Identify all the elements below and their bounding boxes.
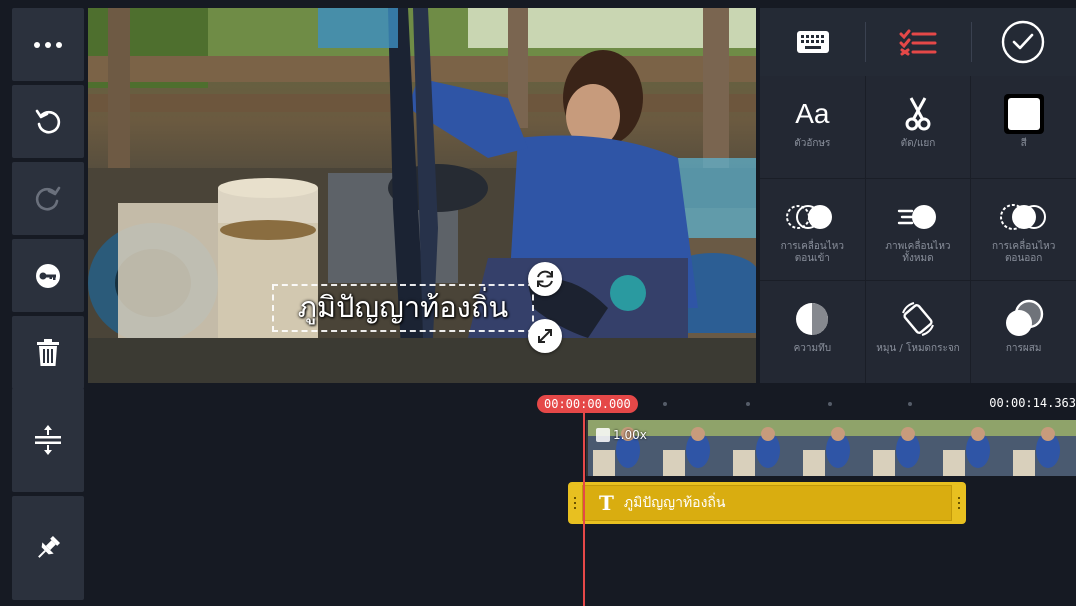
blending-option-label: การผสม — [1005, 343, 1042, 355]
keyframe-button[interactable] — [12, 239, 84, 312]
clip-thumbnail — [658, 420, 728, 476]
pin-icon — [38, 535, 61, 558]
out-animation-option[interactable]: การเคลื่อนไหว ตอนออก — [971, 178, 1076, 281]
text-clip-body: T ภูมิปัญญาท้องถิ่น — [582, 485, 952, 521]
resize-handle[interactable] — [528, 319, 562, 353]
color-option[interactable]: สี — [971, 76, 1076, 178]
clip-thumbnail — [868, 420, 938, 476]
redo-icon — [35, 186, 61, 210]
color-icon — [1003, 94, 1044, 134]
undo-icon — [35, 109, 61, 133]
track-height-icon — [35, 425, 61, 455]
keyboard-icon — [796, 31, 829, 53]
current-time: 00:00:00.000 — [537, 395, 638, 413]
rotate-handle[interactable] — [528, 262, 562, 296]
clip-thumbnail — [798, 420, 868, 476]
timeline[interactable]: 00:00:00.000 00:00:14.363 1.00x T ภูมิปั… — [88, 388, 1076, 606]
speed-icon — [596, 428, 610, 442]
rotate-mirror-icon — [902, 302, 934, 337]
pin-button[interactable] — [12, 496, 84, 600]
speed-badge: 1.00x — [596, 428, 647, 442]
opacity-option[interactable]: ความทึบ — [760, 281, 865, 383]
split-option[interactable]: ตัด/แยก — [865, 76, 971, 178]
keyframe-icon — [36, 263, 60, 288]
time-tick — [908, 402, 912, 406]
options-tab[interactable] — [865, 8, 970, 76]
color-option-label: สี — [1020, 138, 1027, 149]
clip-thumbnail — [728, 420, 798, 476]
video-preview[interactable]: ภูมิปัญญาท้องถิ่น — [88, 8, 756, 383]
overall-animation-label: ภาพเคลื่อนไหว ทั้งหมด — [885, 240, 951, 264]
font-glyph: Aa — [795, 98, 830, 129]
checkmark-icon — [1002, 20, 1045, 64]
time-tick — [663, 402, 667, 406]
rotate-icon — [537, 270, 553, 288]
overlay-text[interactable]: ภูมิปัญญาท้องถิ่น — [272, 288, 534, 326]
out-animation-label: การเคลื่อนไหว ตอนออก — [991, 240, 1056, 264]
blending-option[interactable]: การผสม — [971, 281, 1076, 383]
video-clip[interactable]: 1.00x — [586, 420, 1076, 476]
options-grid: Aa ตัวอักษร ตัด/แยก สี การเคลื่อนไหว ตอน… — [760, 76, 1076, 383]
clip-thumbnail — [1008, 420, 1076, 476]
rotate-mirror-option[interactable]: หมุน / โหมดกระจก — [865, 281, 971, 383]
playhead[interactable] — [583, 410, 585, 606]
time-tick — [828, 402, 832, 406]
font-option[interactable]: Aa ตัวอักษร — [760, 76, 865, 178]
overall-animation-icon — [897, 204, 936, 229]
time-tick — [746, 402, 750, 406]
in-animation-label: การเคลื่อนไหว ตอนเข้า — [780, 240, 844, 264]
resize-icon — [538, 329, 552, 343]
text-clip[interactable]: T ภูมิปัญญาท้องถิ่น — [568, 482, 966, 524]
text-layer-icon: T — [599, 491, 614, 515]
font-icon: Aa — [795, 94, 829, 134]
options-list-icon — [899, 29, 937, 56]
more-button[interactable] — [12, 8, 84, 81]
keyboard-tab[interactable] — [760, 8, 865, 76]
delete-button[interactable] — [12, 316, 84, 389]
clip-thumbnail — [938, 420, 1008, 476]
more-icon — [34, 41, 62, 48]
clip-trim-handle-right[interactable] — [952, 482, 966, 524]
speed-label: 1.00x — [613, 428, 647, 442]
in-animation-icon — [786, 204, 833, 229]
total-time: 00:00:14.363 — [989, 396, 1076, 410]
opacity-icon — [796, 303, 829, 336]
opacity-option-label: ความทึบ — [793, 343, 832, 355]
out-animation-icon — [999, 203, 1046, 230]
scissors-icon — [905, 97, 931, 131]
overall-animation-option[interactable]: ภาพเคลื่อนไหว ทั้งหมด — [865, 178, 971, 281]
redo-button[interactable] — [12, 162, 84, 235]
in-animation-option[interactable]: การเคลื่อนไหว ตอนเข้า — [760, 178, 865, 281]
delete-icon — [37, 338, 59, 366]
text-options-panel: Aa ตัวอักษร ตัด/แยก สี การเคลื่อนไหว ตอน… — [760, 8, 1076, 383]
text-clip-label: ภูมิปัญญาท้องถิ่น — [623, 495, 726, 511]
font-option-label: ตัวอักษร — [794, 138, 831, 149]
track-height-button[interactable] — [12, 388, 84, 492]
blending-icon — [1005, 300, 1043, 337]
panel-header — [760, 8, 1076, 76]
timeline-toolbar — [12, 388, 84, 600]
clip-trim-handle-left[interactable] — [568, 482, 582, 524]
rotate-mirror-label: หมุน / โหมดกระจก — [876, 343, 960, 355]
left-toolbar — [12, 8, 84, 389]
split-option-label: ตัด/แยก — [900, 138, 936, 149]
confirm-button[interactable] — [970, 8, 1076, 76]
undo-button[interactable] — [12, 85, 84, 158]
